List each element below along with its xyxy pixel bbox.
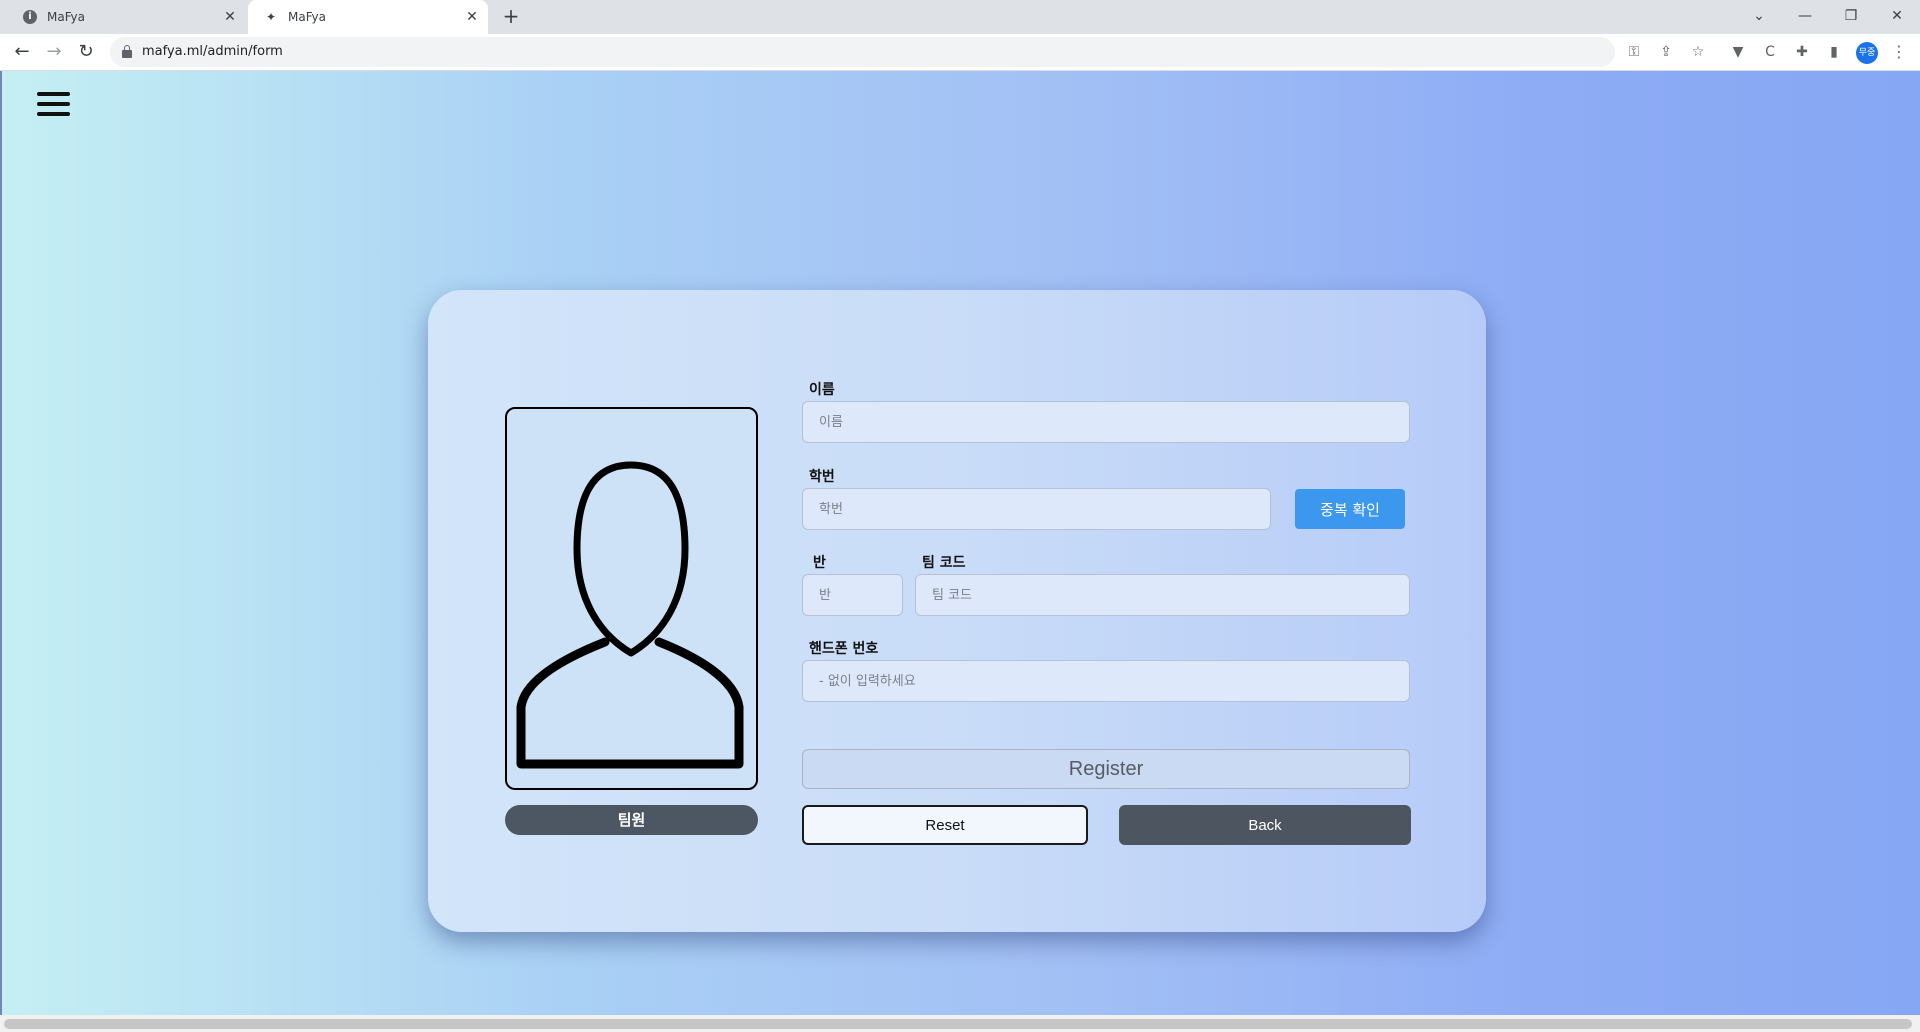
extension-icon[interactable]: C [1759, 41, 1781, 63]
student-id-label: 학번 [809, 469, 835, 485]
name-label: 이름 [809, 382, 835, 398]
phone-input[interactable] [802, 660, 1410, 702]
scrollbar-thumb[interactable] [4, 1019, 1912, 1029]
key-icon[interactable]: ⚿ [1623, 41, 1645, 63]
window-close-icon[interactable]: ✕ [1882, 3, 1912, 29]
forward-arrow-icon[interactable]: → [42, 40, 66, 64]
reload-icon[interactable]: ↻ [74, 40, 98, 64]
page-viewport: 팀원 이름 학번 중복 확인 반 팀 코드 핸드폰 번호 Register Re… [0, 71, 1920, 1015]
profile-avatar[interactable]: 무중 [1856, 42, 1878, 64]
side-panel-icon[interactable]: ▮ [1823, 41, 1845, 63]
profile-photo-frame[interactable] [505, 407, 758, 790]
browser-tab-1[interactable]: i MaFya ✕ [8, 0, 246, 34]
browser-tab-2[interactable]: ✦ MaFya ✕ [248, 0, 488, 34]
register-form-card: 팀원 이름 학번 중복 확인 반 팀 코드 핸드폰 번호 Register Re… [428, 290, 1486, 932]
back-button[interactable]: Back [1119, 805, 1411, 845]
left-edge-line [0, 71, 2, 1015]
close-icon[interactable]: ✕ [464, 9, 480, 25]
site-favicon-icon: ✦ [265, 10, 277, 24]
tab-search-chevron-icon[interactable]: ⌄ [1744, 3, 1774, 29]
url-text[interactable]: mafya.ml/admin/form [142, 44, 283, 59]
browser-toolbar: ← → ↻ mafya.ml/admin/form ⚿ ⇪ ☆ ▼ C ✚ ▮ … [0, 34, 1920, 71]
extensions-puzzle-icon[interactable]: ✚ [1791, 41, 1813, 63]
new-tab-plus-icon[interactable]: + [500, 6, 522, 28]
phone-label: 핸드폰 번호 [809, 641, 879, 657]
hamburger-menu-icon[interactable] [37, 92, 70, 116]
horizontal-scrollbar[interactable] [0, 1015, 1920, 1032]
share-icon[interactable]: ⇪ [1655, 41, 1677, 63]
tab-title: MaFya [288, 10, 326, 24]
duplicate-check-button[interactable]: 중복 확인 [1295, 489, 1405, 529]
bookmark-star-icon[interactable]: ☆ [1687, 41, 1709, 63]
role-badge[interactable]: 팀원 [505, 805, 758, 835]
team-code-label: 팀 코드 [922, 555, 966, 571]
vue-extension-icon[interactable]: ▼ [1727, 41, 1749, 63]
tab-title: MaFya [47, 10, 85, 24]
class-label: 반 [813, 555, 826, 571]
student-id-input[interactable] [802, 488, 1271, 530]
reset-button[interactable]: Reset [802, 805, 1088, 845]
person-silhouette-icon [516, 461, 744, 769]
back-arrow-icon[interactable]: ← [10, 40, 34, 64]
browser-tab-bar: i MaFya ✕ ✦ MaFya ✕ + ⌄ — ❐ ✕ [0, 0, 1920, 34]
minimize-icon[interactable]: — [1790, 3, 1820, 29]
browser-menu-icon[interactable]: ⋮ [1888, 41, 1910, 63]
name-input[interactable] [802, 401, 1410, 443]
info-icon: i [23, 10, 37, 24]
restore-icon[interactable]: ❐ [1836, 3, 1866, 29]
lock-icon[interactable] [122, 45, 132, 58]
close-icon[interactable]: ✕ [222, 9, 238, 25]
class-input[interactable] [802, 574, 903, 616]
address-bar[interactable]: mafya.ml/admin/form ⚿ ⇪ ☆ [110, 37, 1704, 67]
team-code-input[interactable] [915, 574, 1410, 616]
register-button[interactable]: Register [802, 749, 1410, 789]
